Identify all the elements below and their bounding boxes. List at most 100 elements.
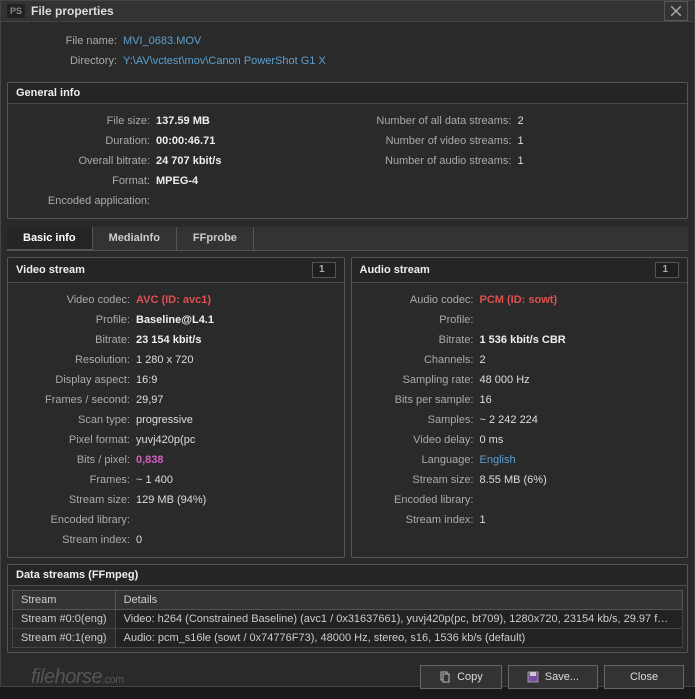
field-label: Resolution: — [16, 351, 136, 369]
file-properties-window: PS File properties File name: MVI_0683.M… — [0, 0, 695, 687]
field-value: 1 — [518, 132, 524, 150]
table-row[interactable]: Stream #0:1(eng)Audio: pcm_s16le (sowt /… — [13, 629, 683, 648]
field-value: 1 536 kbit/s CBR — [480, 331, 566, 349]
field-label: Encoded library: — [16, 511, 136, 529]
field-label: Overall bitrate: — [16, 152, 156, 170]
field-value: ~ 1 400 — [136, 471, 173, 489]
video-stream-selector[interactable]: 1 — [312, 262, 336, 278]
app-logo-icon: PS — [7, 4, 25, 18]
video-stream-title: Video stream — [16, 264, 85, 276]
field-value: 2 — [518, 112, 524, 130]
field-value: 48 000 Hz — [480, 371, 530, 389]
general-info-header: General info — [8, 83, 687, 104]
tab-ffprobe[interactable]: FFprobe — [177, 227, 254, 250]
close-icon — [670, 5, 682, 17]
field-value: 0 ms — [480, 431, 504, 449]
footer: filehorse.com Copy Save... Close — [1, 659, 694, 699]
field-label: Number of audio streams: — [348, 152, 518, 170]
titlebar: PS File properties — [1, 1, 694, 22]
data-streams-table: StreamDetails Stream #0:0(eng)Video: h26… — [12, 590, 683, 648]
field-value: 2 — [480, 351, 486, 369]
filename-value[interactable]: MVI_0683.MOV — [123, 32, 201, 50]
field-value: 1 — [480, 511, 486, 529]
field-label: Channels: — [360, 351, 480, 369]
field-value: 0 — [136, 531, 142, 549]
file-info-section: File name: MVI_0683.MOV Directory: Y:\AV… — [1, 22, 694, 82]
field-value: 23 154 kbit/s — [136, 331, 201, 349]
field-value: 129 MB (94%) — [136, 491, 206, 509]
field-label: Encoded application: — [16, 192, 156, 210]
field-value: 8.55 MB (6%) — [480, 471, 547, 489]
general-info-panel: General info File size:137.59 MBDuration… — [7, 82, 688, 219]
copy-button[interactable]: Copy — [420, 665, 502, 689]
field-label: Stream index: — [360, 511, 480, 529]
data-streams-header: Data streams (FFmpeg) — [8, 565, 687, 586]
field-label: File size: — [16, 112, 156, 130]
field-label: Encoded library: — [360, 491, 480, 509]
field-value: 24 707 kbit/s — [156, 152, 221, 170]
field-label: Scan type: — [16, 411, 136, 429]
field-value: 0,838 — [136, 451, 164, 469]
window-title: File properties — [31, 4, 664, 18]
filename-label: File name: — [13, 32, 123, 50]
field-label: Sampling rate: — [360, 371, 480, 389]
field-label: Duration: — [16, 132, 156, 150]
field-value: 16:9 — [136, 371, 157, 389]
tab-mediainfo[interactable]: MediaInfo — [93, 227, 177, 250]
table-row[interactable]: Stream #0:0(eng)Video: h264 (Constrained… — [13, 610, 683, 629]
close-button[interactable]: Close — [604, 665, 684, 689]
field-label: Format: — [16, 172, 156, 190]
field-value: 1 280 x 720 — [136, 351, 194, 369]
field-value: Baseline@L4.1 — [136, 311, 214, 329]
field-value: PCM (ID: sowt) — [480, 291, 558, 309]
tabs-bar: Basic infoMediaInfoFFprobe — [7, 227, 688, 251]
field-label: Number of video streams: — [348, 132, 518, 150]
tab-basic-info[interactable]: Basic info — [7, 227, 93, 250]
field-label: Bitrate: — [16, 331, 136, 349]
field-label: Bits per sample: — [360, 391, 480, 409]
table-header: Stream — [13, 591, 116, 610]
audio-stream-title: Audio stream — [360, 264, 430, 276]
table-header: Details — [115, 591, 682, 610]
close-window-button[interactable] — [664, 1, 688, 21]
field-value: MPEG-4 — [156, 172, 198, 190]
field-value: 16 — [480, 391, 492, 409]
field-value: progressive — [136, 411, 193, 429]
field-label: Video delay: — [360, 431, 480, 449]
field-label: Samples: — [360, 411, 480, 429]
save-icon — [527, 671, 539, 683]
field-value: ~ 2 242 224 — [480, 411, 538, 429]
field-label: Bits / pixel: — [16, 451, 136, 469]
stream-details-cell: Audio: pcm_s16le (sowt / 0x74776F73), 48… — [115, 629, 682, 648]
field-value: 137.59 MB — [156, 112, 210, 130]
field-value: 1 — [518, 152, 524, 170]
field-value: 00:00:46.71 — [156, 132, 215, 150]
field-label: Profile: — [16, 311, 136, 329]
field-label: Display aspect: — [16, 371, 136, 389]
field-value: yuvj420p(pc — [136, 431, 195, 449]
data-streams-panel: Data streams (FFmpeg) StreamDetails Stre… — [7, 564, 688, 653]
field-label: Stream size: — [16, 491, 136, 509]
stream-id-cell: Stream #0:0(eng) — [13, 610, 116, 629]
field-label: Language: — [360, 451, 480, 469]
stream-id-cell: Stream #0:1(eng) — [13, 629, 116, 648]
field-label: Audio codec: — [360, 291, 480, 309]
save-button[interactable]: Save... — [508, 665, 598, 689]
directory-label: Directory: — [13, 52, 123, 70]
audio-stream-selector[interactable]: 1 — [655, 262, 679, 278]
copy-icon — [439, 671, 451, 683]
field-value: 29,97 — [136, 391, 164, 409]
field-label: Bitrate: — [360, 331, 480, 349]
field-value: AVC (ID: avc1) — [136, 291, 211, 309]
field-label: Frames / second: — [16, 391, 136, 409]
field-label: Pixel format: — [16, 431, 136, 449]
field-label: Stream index: — [16, 531, 136, 549]
field-label: Video codec: — [16, 291, 136, 309]
field-label: Frames: — [16, 471, 136, 489]
audio-stream-panel: Audio stream 1 Audio codec:PCM (ID: sowt… — [351, 257, 689, 558]
directory-value[interactable]: Y:\AV\vctest\mov\Canon PowerShot G1 X — [123, 52, 326, 70]
field-label: Profile: — [360, 311, 480, 329]
watermark: filehorse.com — [31, 666, 124, 689]
field-value[interactable]: English — [480, 451, 516, 469]
field-label: Number of all data streams: — [348, 112, 518, 130]
